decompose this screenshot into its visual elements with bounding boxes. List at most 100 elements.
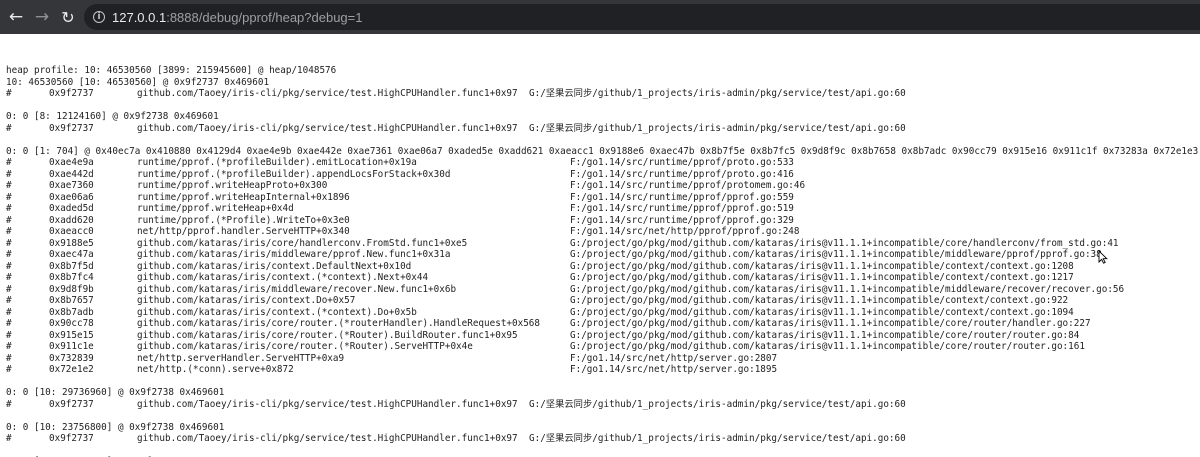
url-path: :8888/debug/pprof/heap?debug=1 [166,9,363,25]
frame-hash-mark: # [6,341,12,352]
frame-function: runtime/pprof.writeHeap+0x4d [137,203,294,214]
frame-address: 0x9d8f9b [49,283,94,295]
frame-function: net/http.(*conn).serve+0x872 [137,364,294,375]
frame-hash-mark: # [6,306,12,318]
sample-header-line: 0: 0 [10: 29736960] @ 0x9f2738 0x469601 [6,387,225,398]
info-icon[interactable]: i [93,11,105,23]
frame-address: 0x8b7f5d [49,260,94,272]
stack-frame-row: #0xae06a6 runtime/pprof.writeHeapInternal… [6,192,1200,204]
stack-frame-row: #0x9f2737 github.com/Taoey/iris-cli/pkg/s… [6,123,1200,135]
stack-frame-row: #0x9d8f9b github.com/kataras/iris/middlew… [6,284,1200,296]
frame-file-location: F:/go1.14/src/runtime/pprof/proto.go:533 [570,157,794,168]
frame-hash-mark: # [6,168,12,180]
frame-file-location: G:/project/go/pkg/mod/github.com/kataras… [570,237,1119,249]
frame-hash-mark: # [6,260,12,272]
back-arrow-icon[interactable]: ← [5,6,27,28]
frame-address: 0x9188e5 [49,237,94,249]
frame-file-location: G:/坚果云同步/github/1_projects/iris-admin/pk… [529,122,906,134]
frame-address: 0xae4e9a [49,157,94,168]
frame-file-location: G:/project/go/pkg/mod/github.com/kataras… [570,272,1074,283]
stack-frame-row: #0x915e15 github.com/kataras/iris/core/ro… [6,330,1200,342]
frame-function: runtime/pprof.(*profileBuilder).emitLoca… [137,157,417,168]
frame-file-location: F:/go1.14/src/net/http/server.go:2807 [570,352,778,364]
stack-frame-row: #0x72e1e2 net/http.(*conn).serve+0x872 F:/… [6,364,1200,376]
frame-function: github.com/Taoey/iris-cli/pkg/service/te… [137,398,518,410]
sample-header-line: 0: 0 [8: 12124160] @ 0x9f2738 0x469601 [6,111,219,122]
frame-file-location: F:/go1.14/src/runtime/pprof/pprof.go:559 [570,191,794,203]
address-bar[interactable]: i 127.0.0.1:8888/debug/pprof/heap?debug=… [84,4,1200,30]
frame-function: runtime/pprof.writeHeapProto+0x300 [137,180,328,191]
frame-file-location: F:/go1.14/src/runtime/pprof/proto.go:416 [570,168,794,180]
frame-file-location: G:/project/go/pkg/mod/github.com/kataras… [570,341,1085,352]
frame-address: 0xaeacc0 [49,226,94,237]
frame-hash-mark: # [6,398,12,410]
frame-file-location: G:/project/go/pkg/mod/github.com/kataras… [570,260,1074,272]
frame-function: net/http.serverHandler.ServeHTTP+0xa9 [137,352,345,364]
block-separator [6,100,1200,112]
frame-file-location: G:/project/go/pkg/mod/github.com/kataras… [570,249,1102,260]
frame-address: 0x8b7657 [49,295,94,306]
frame-function: github.com/Taoey/iris-cli/pkg/service/te… [137,122,518,134]
frame-address: 0x72e1e2 [49,364,94,375]
frame-hash-mark: # [6,329,12,341]
frame-function: github.com/kataras/iris/context.(*contex… [137,272,429,283]
sample-header-line: 0: 0 [10: 23756800] @ 0x9f2738 0x469601 [6,421,225,433]
stack-frame-row: #0xae4e9a runtime/pprof.(*profileBuilder)… [6,157,1200,169]
forward-arrow-icon[interactable]: → [31,6,53,28]
stack-frame-row: #0x8b7657 github.com/kataras/iris/context… [6,295,1200,307]
frame-file-location: G:/project/go/pkg/mod/github.com/kataras… [570,318,1091,329]
stack-frame-row: #0xaeacc0 net/http/pprof.handler.ServeHTT… [6,226,1200,238]
frame-file-location: F:/go1.14/src/net/http/server.go:1895 [570,364,778,375]
stack-frame-row: #0x9f2737 github.com/Taoey/iris-cli/pkg/s… [6,399,1200,411]
stack-frame-row: #0x9f2737 github.com/Taoey/iris-cli/pkg/s… [6,433,1200,445]
block-separator [6,134,1200,146]
frame-file-location: G:/project/go/pkg/mod/github.com/kataras… [570,329,1080,341]
stack-frame-row: #0x9f2737 github.com/Taoey/iris-cli/pkg/s… [6,88,1200,100]
stack-frame-row: #0x732839 net/http.serverHandler.ServeHTT… [6,353,1200,365]
frame-function: github.com/Taoey/iris-cli/pkg/service/te… [137,433,518,444]
frame-address: 0x9f2737 [49,398,94,410]
frame-address: 0xadd620 [49,214,94,226]
frame-address: 0xaded5d [49,203,94,214]
frame-hash-mark: # [6,352,12,364]
frame-hash-mark: # [6,226,12,237]
frame-hash-mark: # [6,157,12,168]
frame-address: 0x8b7fc4 [49,272,94,283]
stack-frame-row: #0x8b7f5d github.com/kataras/iris/context… [6,261,1200,273]
stack-frame-row: #0xae7360 runtime/pprof.writeHeapProto+0x… [6,180,1200,192]
frame-hash-mark: # [6,433,12,444]
frame-address: 0xaec47a [49,249,94,260]
stack-frame-row: #0x90cc78 github.com/kataras/iris/core/ro… [6,318,1200,330]
frame-file-location: G:/坚果云同步/github/1_projects/iris-admin/pk… [529,433,906,444]
frame-function: runtime/pprof.(*Profile).WriteTo+0x3e0 [137,214,350,226]
frame-function: github.com/Taoey/iris-cli/pkg/service/te… [137,88,518,99]
profile-header-line: 10: 46530560 [10: 46530560] @ 0x9f2737 0… [6,76,270,88]
frame-function: github.com/kataras/iris/context.Do+0x57 [137,295,356,306]
frame-file-location: G:/project/go/pkg/mod/github.com/kataras… [570,306,1074,318]
frame-address: 0x9f2737 [49,88,94,99]
reload-icon[interactable]: ↻ [57,6,79,28]
heap-profile-text: heap profile: 10: 46530560 [3899: 215945… [0,34,1200,457]
frame-hash-mark: # [6,122,12,134]
block-separator [6,376,1200,388]
frame-address: 0x90cc78 [49,318,94,329]
frame-hash-mark: # [6,249,12,260]
frame-file-location: G:/project/go/pkg/mod/github.com/kataras… [570,283,1125,295]
frame-function: github.com/kataras/iris/context.DefaultN… [137,260,412,272]
frame-function: github.com/kataras/iris/middleware/pprof… [137,249,451,260]
sample-header-line: 0: 0 [1: 704] @ 0x40ec7a 0x410880 0x4129… [6,145,1200,157]
frame-function: net/http/pprof.handler.ServeHTTP+0x340 [137,226,350,237]
url-text[interactable]: 127.0.0.1:8888/debug/pprof/heap?debug=1 [112,10,363,25]
frame-hash-mark: # [6,283,12,295]
frame-address: 0x911c1e [49,341,94,352]
stack-frame-row: #0x9188e5 github.com/kataras/iris/core/ha… [6,238,1200,250]
frame-hash-mark: # [6,364,12,375]
frame-address: 0xae442d [49,168,94,180]
frame-address: 0xae7360 [49,180,94,191]
frame-hash-mark: # [6,180,12,191]
frame-function: github.com/kataras/iris/context.(*contex… [137,306,417,318]
block-separator [6,445,1200,457]
frame-address: 0x8b7adb [49,306,94,318]
frame-file-location: F:/go1.14/src/runtime/pprof/protomem.go:… [570,180,806,191]
frame-address: 0x9f2737 [49,122,94,134]
